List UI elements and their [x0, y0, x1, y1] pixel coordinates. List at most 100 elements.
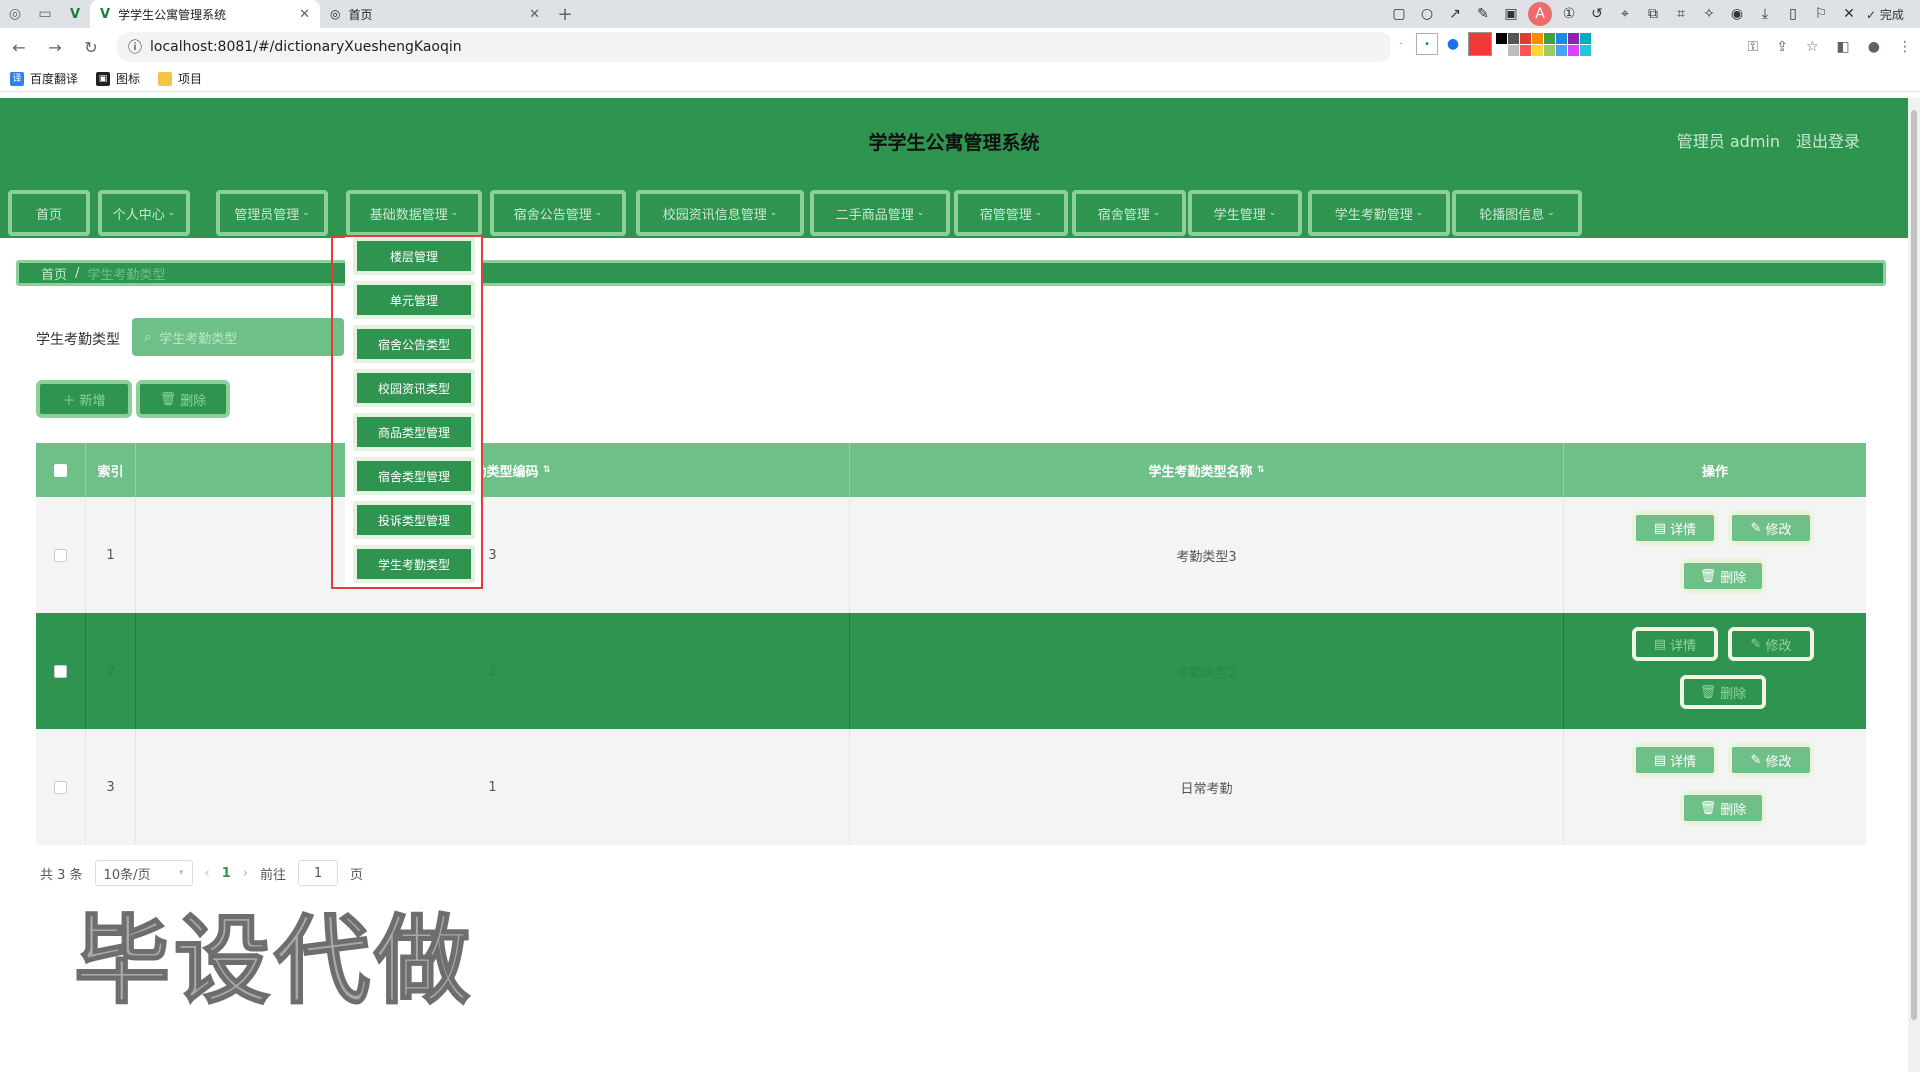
- scrollbar-thumb[interactable]: [1911, 110, 1917, 1020]
- translate-icon[interactable]: ⧉: [1642, 6, 1664, 22]
- size-medium-icon[interactable]: •: [1416, 33, 1438, 55]
- magic-icon[interactable]: ✧: [1698, 6, 1720, 22]
- done-button[interactable]: ✓ 完成: [1866, 6, 1904, 23]
- pinned-tab-blank[interactable]: ▭: [30, 0, 60, 28]
- menu-item[interactable]: 轮播图信息 ⌄: [1452, 190, 1582, 236]
- color-swatch[interactable]: [1496, 32, 1507, 44]
- row-delete-button[interactable]: 🗑 删除: [1680, 791, 1766, 825]
- color-swatch[interactable]: [1508, 32, 1519, 44]
- url-field[interactable]: ⓘ localhost:8081/#/dictionaryXueshengKao…: [116, 32, 1394, 62]
- color-swatch[interactable]: [1532, 32, 1543, 44]
- menu-item[interactable]: 个人中心 ⌄: [98, 190, 190, 236]
- close-icon[interactable]: ✕: [529, 7, 540, 22]
- color-swatch[interactable]: [1496, 44, 1507, 56]
- menu-item[interactable]: 学生管理 ⌄: [1188, 190, 1302, 236]
- close-icon[interactable]: ✕: [1838, 6, 1860, 22]
- key-icon[interactable]: ⚿: [1748, 39, 1759, 55]
- row-checkbox[interactable]: [54, 780, 67, 794]
- pen-icon[interactable]: ✎: [1472, 6, 1494, 22]
- row-checkbox[interactable]: [54, 664, 67, 678]
- prev-page-icon[interactable]: ‹: [205, 866, 210, 881]
- share-icon[interactable]: ⇪: [1776, 39, 1788, 55]
- pin-icon[interactable]: ⌖: [1614, 6, 1636, 22]
- new-tab-button[interactable]: +: [550, 4, 580, 25]
- page-scrollbar[interactable]: [1908, 98, 1920, 1072]
- row-delete-button[interactable]: 🗑 删除: [1680, 559, 1766, 593]
- browser-tab-inactive[interactable]: ◎ 首页 ✕: [320, 0, 550, 28]
- breadcrumb-home[interactable]: 首页: [41, 264, 67, 283]
- detail-button[interactable]: ▤ 详情: [1632, 627, 1718, 661]
- back-icon[interactable]: ←: [8, 38, 30, 57]
- edit-button[interactable]: ✎ 修改: [1728, 627, 1814, 661]
- mosaic-icon[interactable]: ▣: [1500, 6, 1522, 22]
- header-code[interactable]: 学生考勤类型编码 ⇅: [136, 443, 850, 497]
- current-color-swatch[interactable]: [1468, 32, 1492, 56]
- color-swatch[interactable]: [1544, 44, 1555, 56]
- close-icon[interactable]: ✕: [299, 7, 310, 22]
- more-icon[interactable]: ⋮: [1898, 39, 1912, 55]
- menu-item[interactable]: 宿舍公告管理 ⌄: [490, 190, 626, 236]
- bookmark-item[interactable]: ▣ 图标: [96, 70, 140, 87]
- circle-icon[interactable]: ○: [1416, 6, 1438, 22]
- menu-item[interactable]: 首页: [8, 190, 90, 236]
- table-row[interactable]: 1 3 考勤类型3 ▤ 详情 ✎ 修改 🗑 删除: [36, 497, 1866, 613]
- menu-item[interactable]: 宿管管理 ⌄: [954, 190, 1068, 236]
- undo-icon[interactable]: ↺: [1586, 6, 1608, 22]
- search-input[interactable]: ⌕ 学生考勤类型: [132, 318, 344, 356]
- download-icon[interactable]: ⤓: [1754, 6, 1776, 22]
- rectangle-icon[interactable]: ▢: [1388, 6, 1410, 22]
- detail-button[interactable]: ▤ 详情: [1632, 743, 1718, 777]
- browser-tab-active[interactable]: V 学学生公寓管理系统 ✕: [90, 0, 320, 28]
- sidepanel-icon[interactable]: ◧: [1837, 39, 1850, 55]
- table-row[interactable]: 2 2 考勤类型2 ▤ 详情 ✎ 修改 🗑 删除: [36, 613, 1866, 729]
- menu-item[interactable]: 二手商品管理 ⌄: [810, 190, 950, 236]
- color-swatch[interactable]: [1544, 32, 1555, 44]
- add-button[interactable]: ＋新增: [36, 380, 132, 418]
- number-icon[interactable]: ①: [1558, 6, 1580, 22]
- vue-icon[interactable]: V: [60, 0, 90, 28]
- pinned-tab-icon[interactable]: ◎: [0, 0, 30, 28]
- star-icon[interactable]: ☆: [1806, 39, 1819, 55]
- menu-item[interactable]: 宿舍管理 ⌄: [1072, 190, 1186, 236]
- size-large-icon[interactable]: ●: [1442, 33, 1464, 55]
- bookmark-icon[interactable]: ⚐: [1810, 6, 1832, 22]
- size-small-icon[interactable]: ·: [1390, 33, 1412, 55]
- next-page-icon[interactable]: ›: [243, 866, 248, 881]
- menu-item[interactable]: 学生考勤管理 ⌄: [1308, 190, 1450, 236]
- color-swatch[interactable]: [1568, 32, 1579, 44]
- row-checkbox[interactable]: [54, 548, 67, 562]
- color-swatch[interactable]: [1532, 44, 1543, 56]
- edit-button[interactable]: ✎ 修改: [1728, 511, 1814, 545]
- header-name[interactable]: 学生考勤类型名称 ⇅: [850, 443, 1564, 497]
- arrow-icon[interactable]: ↗: [1444, 6, 1466, 22]
- color-swatch[interactable]: [1580, 32, 1591, 44]
- color-swatch[interactable]: [1556, 32, 1567, 44]
- phone-icon[interactable]: ▯: [1782, 6, 1804, 22]
- bulk-delete-button[interactable]: 🗑 删除: [136, 380, 230, 418]
- page-number[interactable]: 1: [222, 866, 231, 881]
- color-swatch[interactable]: [1520, 32, 1531, 44]
- bookmark-item[interactable]: 译百度翻译: [10, 70, 78, 87]
- edit-button[interactable]: ✎ 修改: [1728, 743, 1814, 777]
- color-swatch[interactable]: [1568, 44, 1579, 56]
- detail-button[interactable]: ▤ 详情: [1632, 511, 1718, 545]
- color-swatch[interactable]: [1580, 44, 1591, 56]
- menu-item[interactable]: 校园资讯信息管理 ⌄: [636, 190, 804, 236]
- profile-icon[interactable]: ●: [1868, 39, 1880, 55]
- color-swatch[interactable]: [1556, 44, 1567, 56]
- text-icon[interactable]: A: [1528, 2, 1552, 26]
- menu-item[interactable]: 管理员管理 ⌄: [216, 190, 328, 236]
- forward-icon[interactable]: →: [44, 38, 66, 57]
- logout-link[interactable]: 退出登录: [1796, 128, 1860, 152]
- bookmark-item[interactable]: 项目: [158, 70, 202, 87]
- row-delete-button[interactable]: 🗑 删除: [1680, 675, 1766, 709]
- menu-item[interactable]: 基础数据管理 ⌄: [346, 190, 482, 236]
- select-all-checkbox[interactable]: [54, 463, 67, 477]
- info-icon[interactable]: ⓘ: [128, 37, 142, 57]
- ocr-icon[interactable]: ⌗: [1670, 6, 1692, 22]
- color-swatch[interactable]: [1520, 44, 1531, 56]
- color-swatch[interactable]: [1508, 44, 1519, 56]
- record-icon[interactable]: ◉: [1726, 6, 1748, 22]
- reload-icon[interactable]: ↻: [80, 38, 102, 57]
- table-row[interactable]: 3 1 日常考勤 ▤ 详情 ✎ 修改 🗑 删除: [36, 729, 1866, 845]
